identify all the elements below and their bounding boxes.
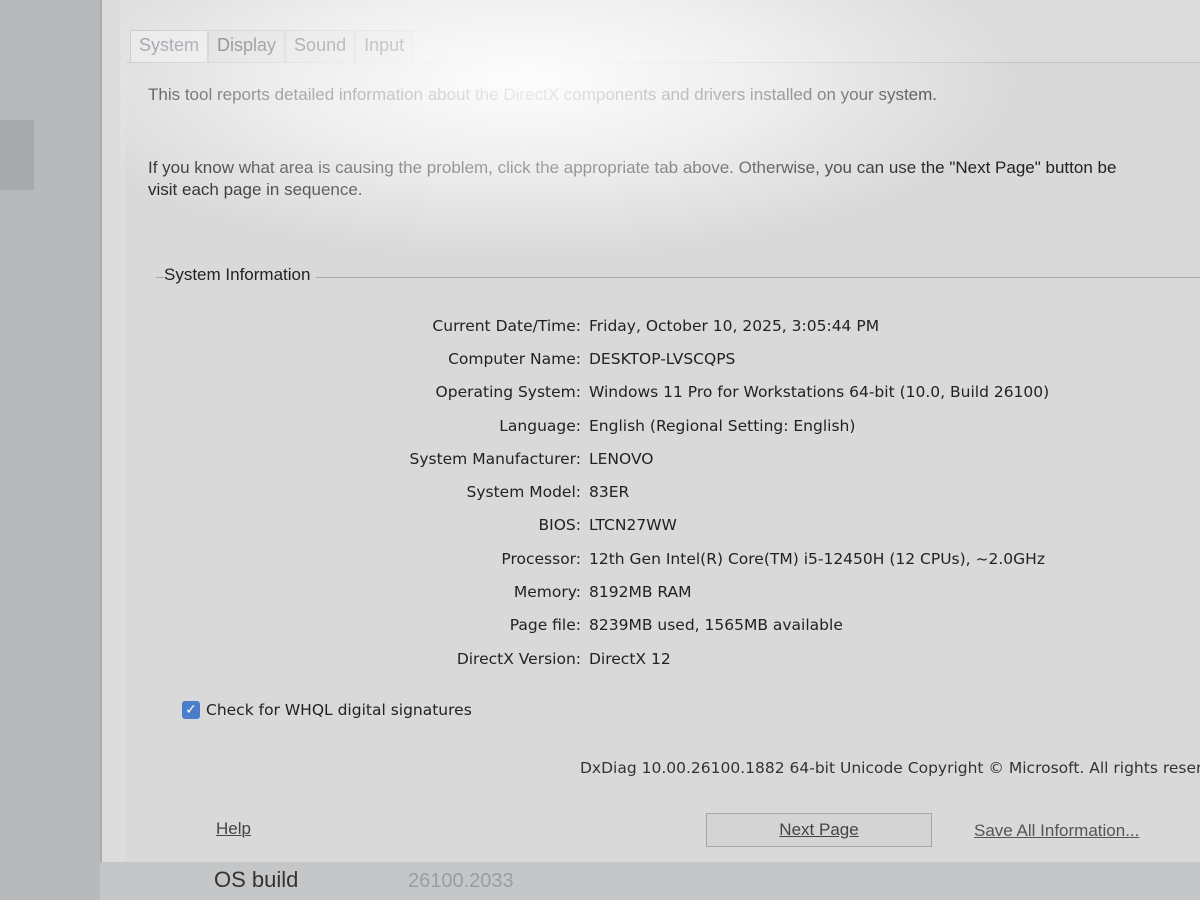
info-row-label: Operating System: [435,383,581,402]
info-row-label: Computer Name: [448,349,581,368]
info-row-label: Processor: [501,549,581,568]
info-row: System Model: 83ER [326,475,1049,508]
info-row-label: DirectX Version: [456,649,581,668]
system-tab-panel: This tool reports detailed information a… [126,62,1200,863]
info-row-label: Current Date/Time: [432,316,581,335]
system-info-table: Current Date/Time: Friday, October 10, 20… [326,309,1049,675]
info-row: Computer Name: DESKTOP-LVSCQPS [326,342,1049,375]
info-row-value: 8192MB RAM [589,583,692,602]
tab-bar: System Display Sound Input [130,30,414,62]
info-row-value: 12th Gen Intel(R) Core(TM) i5-12450H (12… [589,549,1045,568]
info-row: Memory: 8192MB RAM [326,575,1049,608]
info-row-value: LENOVO [589,449,654,468]
tab-system[interactable]: System [130,30,209,62]
whql-checkbox[interactable]: ✓ [182,701,200,719]
info-row-value: 83ER [589,483,630,502]
info-row-value: Windows 11 Pro for Workstations 64-bit (… [589,383,1050,402]
instructions-text: If you know what area is causing the pro… [148,158,1117,199]
info-row: BIOS: LTCN27WW [326,509,1049,542]
info-row: System Manufacturer: LENOVO [326,442,1049,475]
os-build-label: OS build [214,867,299,892]
info-row: Processor: 12th Gen Intel(R) Core(TM) i5-… [326,542,1049,575]
info-row: Language: English (Regional Setting: Engl… [326,409,1049,442]
info-row-label: Page file: [509,616,581,635]
next-page-label: Next Page [779,820,859,839]
info-row: Operating System: Windows 11 Pro for Work… [326,376,1050,409]
info-row-value: Friday, October 10, 2025, 3:05:44 PM [589,316,880,335]
screen: System Display Sound Input This tool rep… [0,0,1200,900]
info-row-label: Memory: [513,583,581,602]
info-row-value: DirectX 12 [589,649,671,668]
whql-checkbox-row[interactable]: ✓ Check for WHQL digital signatures [182,701,472,719]
info-row-value: English (Regional Setting: English) [589,416,856,435]
system-information-heading: System Information [164,265,317,285]
info-row-label: System Model: [466,483,582,502]
info-row-value: LTCN27WW [589,516,677,535]
info-row-label: Language: [499,416,581,435]
tab-input[interactable]: Input [355,30,414,62]
background-window-strip [0,0,100,900]
help-button[interactable]: Help [216,819,251,839]
info-row: DirectX Version: DirectX 12 [326,642,1049,675]
os-build-value: 26100.2033 [408,870,514,892]
info-row: Page file: 8239MB used, 1565MB available [326,609,1049,642]
background-window-block [0,120,34,190]
info-row-value: 8239MB used, 1565MB available [589,616,843,635]
button-row: Help Next Page Save All Information... [126,813,1200,853]
info-row-label: BIOS: [538,516,581,535]
dxdiag-dialog: System Display Sound Input This tool rep… [100,0,1200,863]
version-copyright-text: DxDiag 10.00.26100.1882 64-bit Unicode C… [580,759,1200,777]
background-settings-bar: OS build 26100.2033 [100,862,1200,900]
save-all-information-button[interactable]: Save All Information... [974,821,1139,841]
info-row: Current Date/Time: Friday, October 10, 20… [326,309,1049,342]
tab-display[interactable]: Display [208,30,286,62]
next-page-button[interactable]: Next Page [706,813,932,847]
info-row-label: System Manufacturer: [409,449,581,468]
tab-sound[interactable]: Sound [285,30,356,62]
whql-label: Check for WHQL digital signatures [206,701,472,719]
info-row-value: DESKTOP-LVSCQPS [589,349,736,368]
intro-text: This tool reports detailed information a… [148,85,938,104]
